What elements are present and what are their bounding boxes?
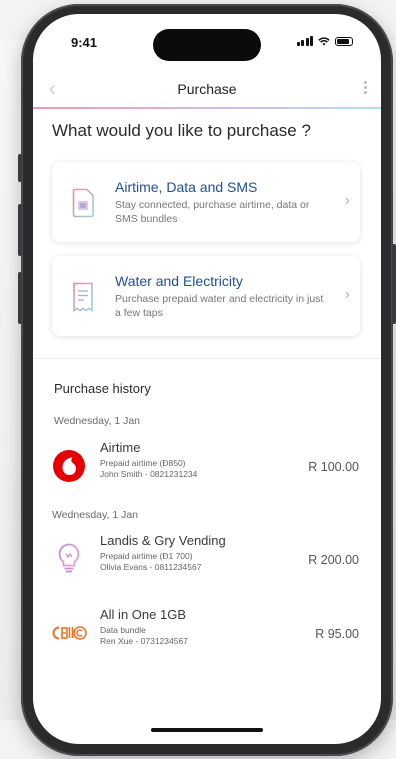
history-item-landis-gry[interactable]: Landis & Gry Vending Prepaid airtime (Ð1… [51, 531, 363, 587]
wifi-icon [318, 37, 330, 46]
history-item-amount: R 200.00 [308, 553, 359, 567]
history-item-amount: R 95.00 [315, 627, 359, 641]
phone-screen: 9:41 ‹ Purchase What would you like to p… [33, 14, 381, 744]
more-options-icon[interactable] [364, 81, 367, 94]
option-title: Airtime, Data and SMS [115, 179, 258, 195]
history-item-name: All in One 1GB [100, 607, 186, 622]
power-button [392, 244, 396, 324]
history-item-amount: R 100.00 [308, 460, 359, 474]
history-item-line: Prepaid airtime (Ð1 700) [100, 551, 193, 561]
battery-icon [335, 37, 353, 46]
signal-icon [296, 36, 313, 46]
header-gradient-divider [33, 107, 381, 109]
volume-down-button [18, 272, 22, 324]
status-time: 9:41 [71, 35, 98, 50]
history-item-line: Olivia Evans - 0811234567 [100, 562, 202, 572]
sim-card-icon [72, 188, 94, 218]
mute-switch [18, 154, 22, 182]
history-item-details: Prepaid airtime (Ð850) John Smith - 0821… [100, 458, 197, 480]
history-item-line: Prepaid airtime (Ð850) [100, 458, 186, 468]
purchase-heading: What would you like to purchase ? [52, 121, 311, 140]
history-item-name: Airtime [100, 440, 141, 455]
history-item-line: Data bundle [100, 625, 146, 635]
option-description: Purchase prepaid water and electricity i… [115, 293, 324, 319]
vodacom-logo-icon [51, 448, 87, 484]
history-item-airtime[interactable]: Airtime Prepaid airtime (Ð850) John Smit… [51, 438, 363, 494]
history-item-line: Ren Xue - 0731234567 [100, 636, 188, 646]
chevron-right-icon: › [344, 286, 350, 303]
history-item-details: Prepaid airtime (Ð1 700) Olivia Evans - … [100, 551, 201, 573]
section-divider [33, 358, 381, 359]
status-icons [296, 36, 353, 46]
lightbulb-icon [51, 541, 87, 577]
history-item-name: Landis & Gry Vending [100, 533, 226, 548]
receipt-icon [73, 282, 93, 312]
history-item-line: John Smith - 0821231234 [100, 469, 198, 479]
history-date-label: Wednesday, 1 Jan [52, 509, 138, 521]
option-card-water-electricity[interactable]: Water and Electricity Purchase prepaid w… [52, 256, 360, 336]
purchase-history-title: Purchase history [54, 381, 151, 396]
option-description: Stay connected, purchase airtime, data o… [115, 199, 310, 225]
history-date-label: Wednesday, 1 Jan [54, 415, 140, 427]
cellc-logo-icon [51, 615, 87, 651]
option-title: Water and Electricity [115, 273, 243, 289]
history-item-details: Data bundle Ren Xue - 0731234567 [100, 625, 188, 647]
history-item-all-in-one[interactable]: All in One 1GB Data bundle Ren Xue - 073… [51, 605, 363, 661]
navigation-bar: ‹ Purchase [33, 72, 381, 108]
page-title: Purchase [177, 81, 237, 97]
volume-up-button [18, 204, 22, 256]
chevron-right-icon: › [344, 192, 350, 209]
home-indicator[interactable] [151, 728, 263, 732]
option-card-airtime-data-sms[interactable]: Airtime, Data and SMS Stay connected, pu… [52, 162, 360, 242]
dynamic-island [153, 29, 261, 61]
